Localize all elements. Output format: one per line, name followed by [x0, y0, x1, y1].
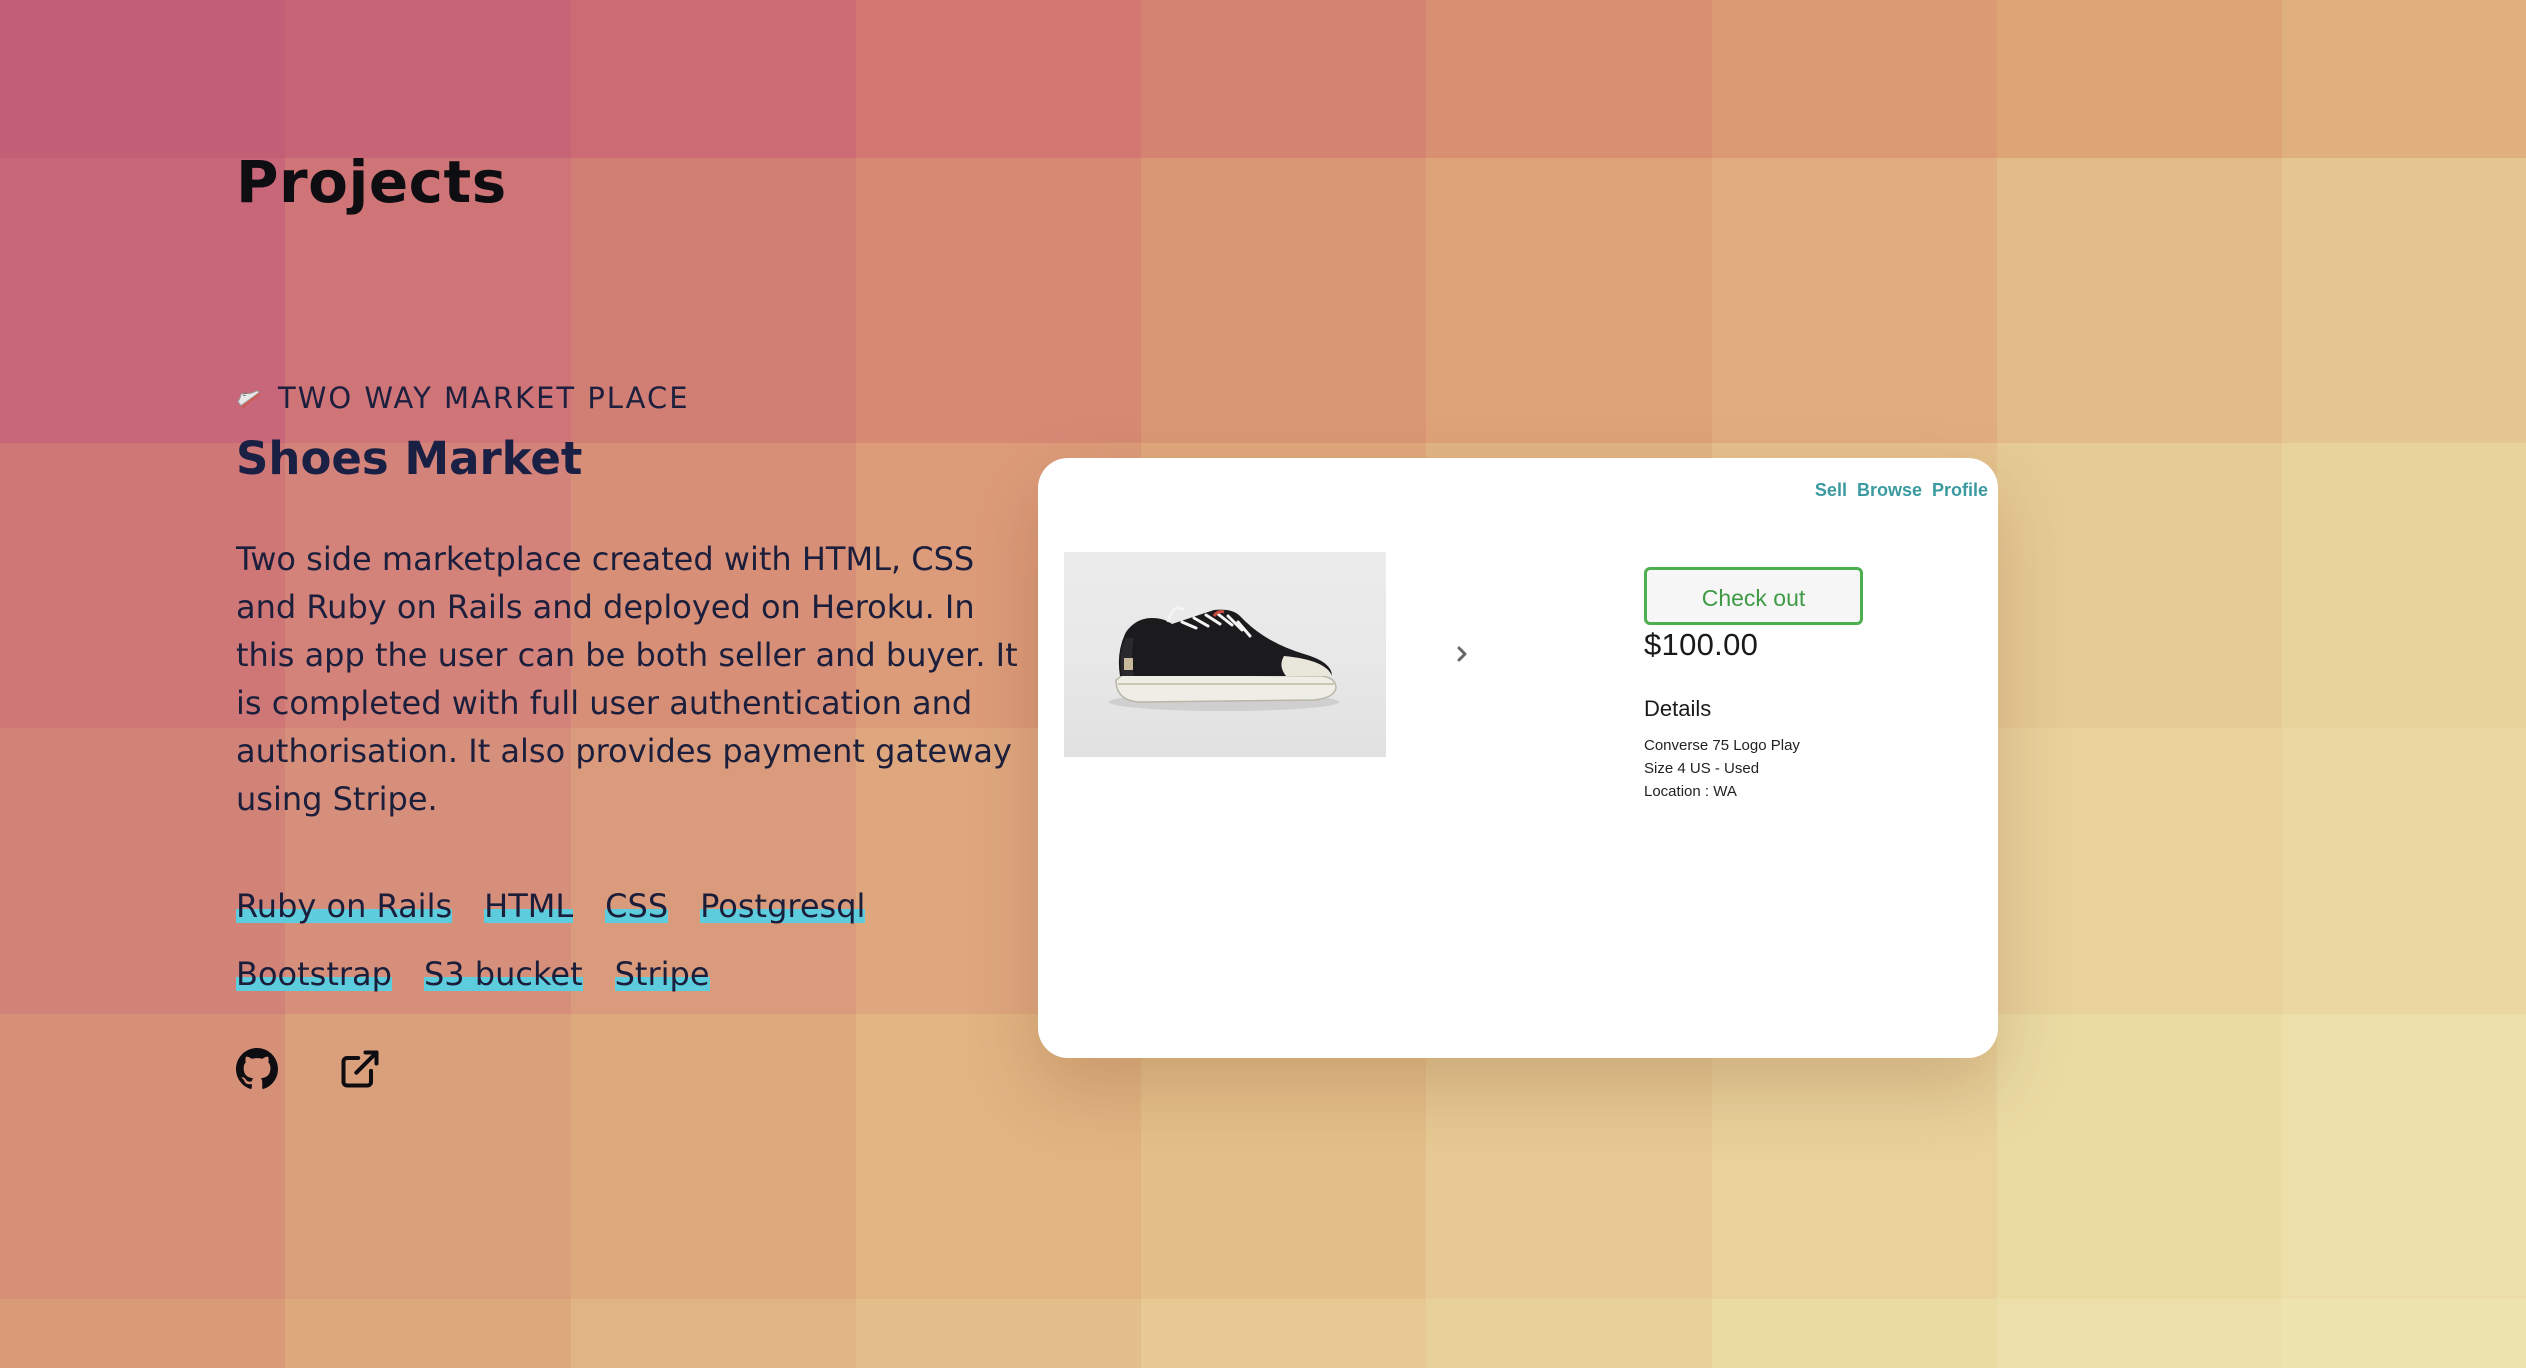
tag-html[interactable]: HTML [484, 885, 574, 927]
background-tile [855, 1299, 1142, 1368]
project-links [236, 1047, 1036, 1095]
background-tile [1711, 0, 1998, 158]
background-tile [570, 1299, 856, 1368]
background-tile [2282, 158, 2526, 443]
background-tile [1141, 0, 1427, 158]
tag-postgresql[interactable]: Postgresql [700, 885, 866, 927]
tag-s3-bucket[interactable]: S3 bucket [423, 953, 583, 995]
background-tile [570, 0, 856, 158]
background-tile [2282, 1014, 2526, 1299]
background-tile [1997, 1014, 2283, 1299]
shoe-icon [236, 385, 262, 411]
details-heading: Details [1644, 696, 1712, 721]
project-kicker-text: TWO WAY MARKET PLACE [278, 381, 690, 415]
tag-bootstrap[interactable]: Bootstrap [236, 953, 392, 995]
background-tile [2282, 0, 2526, 158]
background-tile [2282, 443, 2526, 728]
background-tile [2282, 1299, 2526, 1368]
background-tile [855, 0, 1142, 158]
tag-stripe[interactable]: Stripe [614, 953, 710, 995]
project-title: Shoes Market [236, 432, 583, 485]
github-icon[interactable] [236, 1048, 278, 1094]
detail-item-size: Size 4 US - Used [1644, 760, 1760, 777]
details-list: Converse 75 Logo Play Size 4 US - Used L… [1644, 734, 1800, 803]
tech-tags: Ruby on Rails HTML CSS Postgresql Bootst… [236, 885, 956, 995]
background-tile [1997, 158, 2283, 443]
product-image [1064, 552, 1386, 757]
checkout-button[interactable]: Check out [1644, 567, 1863, 625]
background-tile [1997, 728, 2283, 1014]
preview-nav: Sell Browse Profile [1815, 480, 1988, 501]
project-kicker: TWO WAY MARKET PLACE [236, 378, 1036, 418]
tag-css[interactable]: CSS [605, 885, 669, 927]
background-tile [285, 0, 571, 158]
background-tile [285, 1299, 571, 1368]
background-tile [1426, 0, 1712, 158]
detail-item-location: Location : WA [1644, 783, 1737, 800]
background-tile [2282, 728, 2526, 1014]
preview-nav-profile[interactable]: Profile [1932, 480, 1988, 501]
carousel-next-icon[interactable] [1450, 642, 1474, 670]
product-price: $100.00 [1644, 627, 1759, 662]
background-tile [1997, 443, 2283, 728]
external-link-icon[interactable] [338, 1047, 382, 1095]
background-tile [1997, 1299, 2283, 1368]
background-tile [1426, 158, 1712, 443]
preview-nav-sell[interactable]: Sell [1815, 480, 1847, 501]
tag-ruby-on-rails[interactable]: Ruby on Rails [236, 885, 453, 927]
project-description: Two side marketplace created with HTML, … [236, 540, 1018, 818]
background-tile [0, 0, 286, 158]
background-tile [1711, 158, 1998, 443]
background-tile [0, 1299, 286, 1368]
background-tile [1426, 1299, 1712, 1368]
background-tile [1997, 0, 2283, 158]
detail-item-model: Converse 75 Logo Play [1644, 737, 1800, 754]
project-screenshot-card: Sell Browse Profile Check out $100.00 De… [1038, 458, 1998, 1058]
project-info: TWO WAY MARKET PLACE Shoes Market Two si… [236, 378, 1036, 1095]
page-title: Projects [236, 148, 507, 216]
preview-nav-browse[interactable]: Browse [1857, 480, 1922, 501]
background-tile [1711, 1299, 1998, 1368]
background-tile [1141, 158, 1427, 443]
background-tile [1141, 1299, 1427, 1368]
